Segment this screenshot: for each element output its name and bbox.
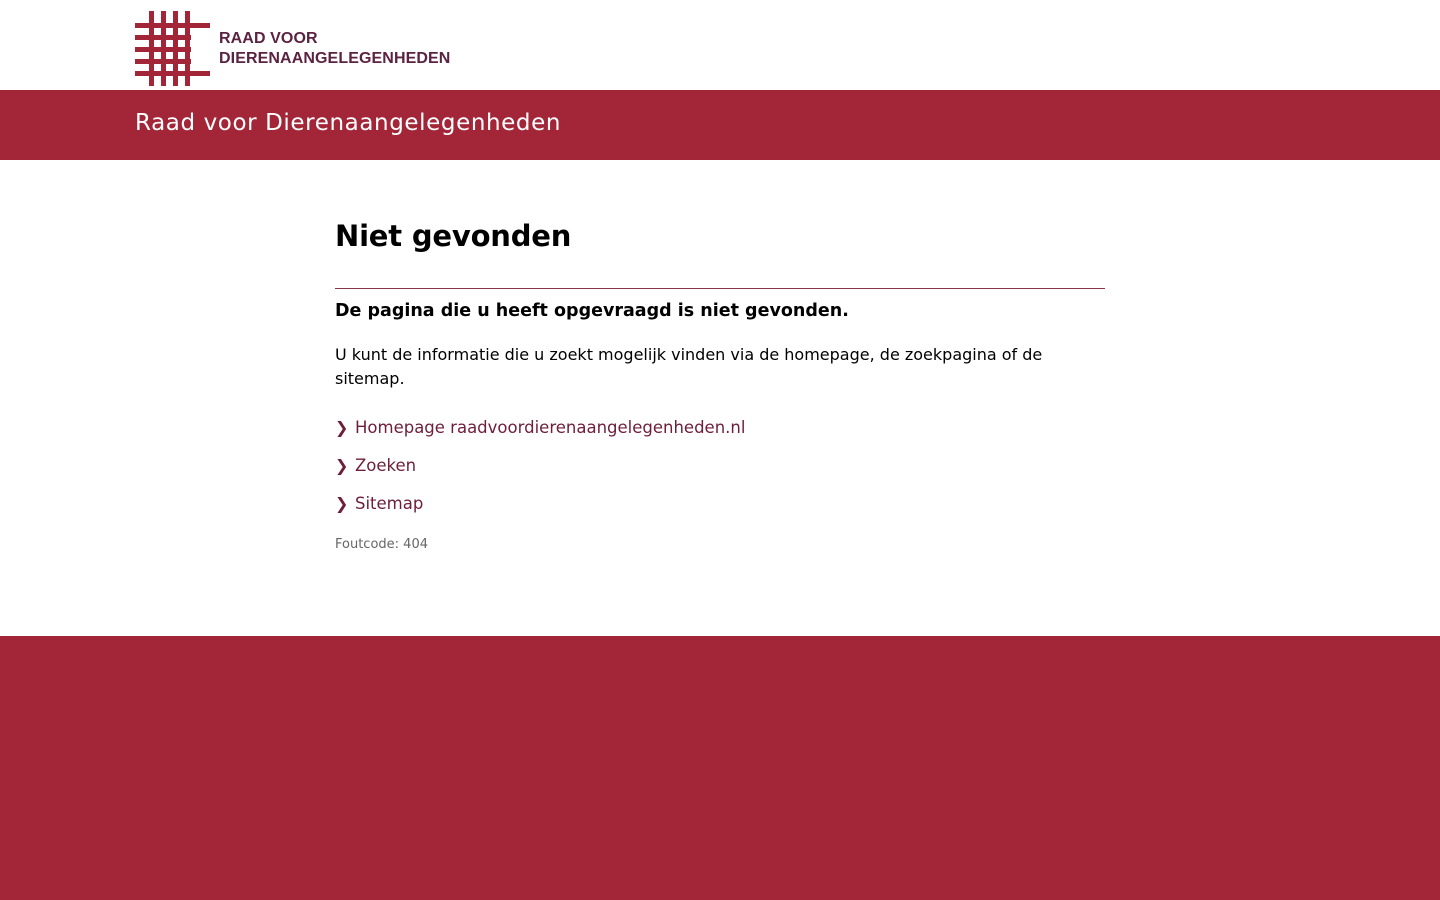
link-list: ❯ Homepage raadvoordierenaangelegenheden… <box>335 416 1105 530</box>
site-title-bar: Raad voor Dierenaangelegenheden <box>0 90 1440 160</box>
logo-line-2: DIERENAANGELEGENHEDEN <box>219 49 451 67</box>
list-item: ❯ Zoeken <box>335 454 1105 492</box>
page-title: Niet gevonden <box>335 219 572 253</box>
list-item: ❯ Sitemap <box>335 492 1105 530</box>
site-logo-link[interactable]: RAAD VOOR DIERENAANGELEGENHEDEN <box>135 11 450 86</box>
logo-line-1: RAAD VOOR <box>219 29 318 47</box>
list-item: ❯ Homepage raadvoordierenaangelegenheden… <box>335 416 1105 454</box>
content-column: Niet gevonden De pagina die u heeft opge… <box>335 216 1105 554</box>
site-footer <box>0 636 1440 900</box>
chevron-right-icon: ❯ <box>335 494 349 513</box>
sitemap-link[interactable]: Sitemap <box>355 492 423 516</box>
homepage-link[interactable]: Homepage raadvoordierenaangelegenheden.n… <box>355 416 745 440</box>
site-title: Raad voor Dierenaangelegenheden <box>135 110 562 136</box>
body-text: U kunt de informatie die u zoekt mogelij… <box>335 345 1043 388</box>
logo-wordmark: RAAD VOOR DIERENAANGELEGENHEDEN <box>219 29 450 69</box>
chevron-right-icon: ❯ <box>335 418 349 437</box>
divider <box>335 288 1105 289</box>
grid-hash-logo-icon <box>135 11 210 86</box>
main-content: Niet gevonden De pagina die u heeft opge… <box>0 160 1440 636</box>
search-link[interactable]: Zoeken <box>355 454 416 478</box>
lead-text: De pagina die u heeft opgevraagd is niet… <box>335 301 849 321</box>
site-header: RAAD VOOR DIERENAANGELEGENHEDEN <box>0 0 1440 90</box>
chevron-right-icon: ❯ <box>335 456 349 475</box>
error-code: Foutcode: 404 <box>335 537 428 552</box>
